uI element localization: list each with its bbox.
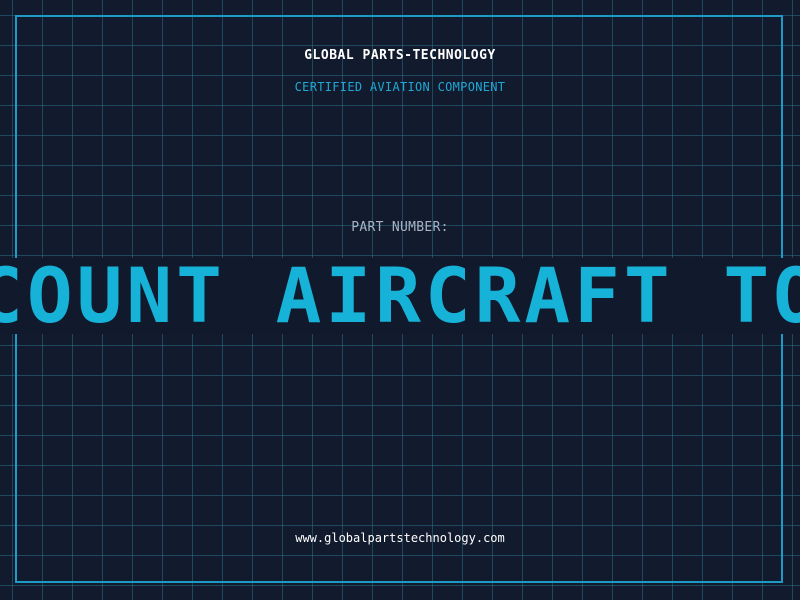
certification-subtitle: CERTIFIED AVIATION COMPONENT (294, 80, 506, 94)
part-number-value: DISCOUNT AIRCRAFT TOOLS (0, 258, 800, 334)
company-name: GLOBAL PARTS-TECHNOLOGY (304, 48, 496, 63)
part-number-band: DISCOUNT AIRCRAFT TOOLS (0, 258, 800, 334)
part-number-label: PART NUMBER: (351, 220, 449, 235)
certificate-card: GLOBAL PARTS-TECHNOLOGY CERTIFIED AVIATI… (0, 0, 800, 600)
website-url: www.globalpartstechnology.com (295, 531, 505, 545)
